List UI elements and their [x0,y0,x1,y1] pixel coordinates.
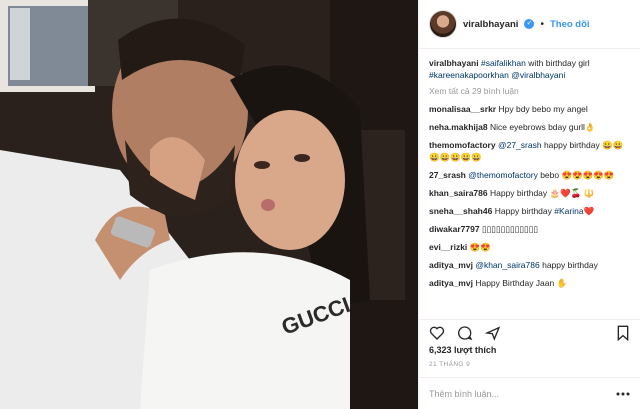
comment-username[interactable]: sneha__shah46 [429,206,492,216]
comment-mention[interactable]: @themomofactory [468,170,538,180]
comment-item: evi__rizki 😍😍 [429,241,630,253]
comment-text: Happy birthday 🎂❤️🍒 🔱 [489,188,595,198]
comment-hashtag[interactable]: #Karina [554,206,583,216]
comment-username[interactable]: aditya_mvj [429,260,473,270]
post-header: viralbhayani ✓ • Theo dõi [419,0,640,49]
view-all-comments-link[interactable]: Xem tất cả 29 bình luận [429,86,630,96]
comment-text-after: ❤️ [583,206,595,216]
caption-hashtag-kareena[interactable]: #kareenakapoorkhan [429,70,509,80]
comment-mention[interactable]: @khan_saira786 [475,260,539,270]
comment-text: Happy Birthday Jaan ✋ [475,278,568,288]
comment-username[interactable]: 27_srash [429,170,466,180]
comments-section: viralbhayani #saifalikhan with birthday … [419,49,640,319]
comment-username[interactable]: monalisaa__srkr [429,104,496,114]
bookmark-icon[interactable] [616,325,630,341]
caption-text: with birthday girl [525,58,590,68]
share-icon[interactable] [485,325,501,341]
comment-text: Nice eyebrows bday gurll👌 [489,122,596,132]
comment-username[interactable]: themomofactory [429,140,496,150]
add-comment-input[interactable] [429,388,609,399]
header-username[interactable]: viralbhayani [463,19,518,30]
comment-username[interactable]: neha.makhija8 [429,122,488,132]
comment-item: khan_saira786 Happy birthday 🎂❤️🍒 🔱 [429,187,630,199]
post-side-panel: viralbhayani ✓ • Theo dõi viralbhayani #… [418,0,640,409]
comment-username[interactable]: khan_saira786 [429,188,488,198]
caption-hashtag-saif[interactable]: #saifalikhan [481,58,526,68]
comment-item: aditya_mvj @khan_saira786 happy birthday [429,259,630,271]
follow-button[interactable]: Theo dõi [550,19,590,30]
photo-illustration: GUCCI [0,0,418,409]
comment-text: Hpy bdy bebo my angel [498,104,588,114]
comment-item: sneha__shah46 Happy birthday #Karina❤️ [429,205,630,217]
post-caption: viralbhayani #saifalikhan with birthday … [429,57,630,81]
comment-item: aditya_mvj Happy Birthday Jaan ✋ [429,277,630,289]
separator-dot: • [540,18,544,30]
post-photo[interactable]: GUCCI [0,0,418,409]
heart-icon[interactable] [429,325,445,341]
comment-item: themomofactory @27_srash happy birthday … [429,139,630,163]
comment-text: 😍😍 [469,242,491,252]
comment-item: 27_srash @themomofactory bebo 😍😍😍😍😍 [429,169,630,181]
caption-username[interactable]: viralbhayani [429,58,479,68]
comment-icon[interactable] [457,325,473,341]
comment-item: neha.makhija8 Nice eyebrows bday gurll👌 [429,121,630,133]
action-bar [419,319,640,345]
comment-username[interactable]: diwakar7797 [429,224,480,234]
likes-count[interactable]: 6,323 lượt thích [419,345,640,361]
comment-mention[interactable]: @27_srash [498,140,542,150]
comment-text: bebo 😍😍😍😍😍 [537,170,615,180]
comment-text: happy birthday [539,260,598,270]
post-date: 21 THÁNG 9 [429,361,471,368]
verified-badge-icon: ✓ [524,19,535,29]
instagram-post: GUCCI viralbhayani ✓ • Theo dõi viralbha… [0,0,640,409]
caption-mention[interactable]: @viralbhayani [511,70,565,80]
comment-username[interactable]: aditya_mvj [429,278,473,288]
comment-item: monalisaa__srkr Hpy bdy bebo my angel [429,103,630,115]
comment-text: ▯▯▯▯▯▯▯▯▯▯▯▯ [481,224,539,234]
comment-text: Happy birthday [494,206,555,216]
comment-username[interactable]: evi__rizki [429,242,467,252]
comment-item: diwakar7797 ▯▯▯▯▯▯▯▯▯▯▯▯ [429,223,630,235]
add-comment-bar [419,377,640,409]
avatar[interactable] [429,10,457,38]
more-icon[interactable] [616,392,630,396]
